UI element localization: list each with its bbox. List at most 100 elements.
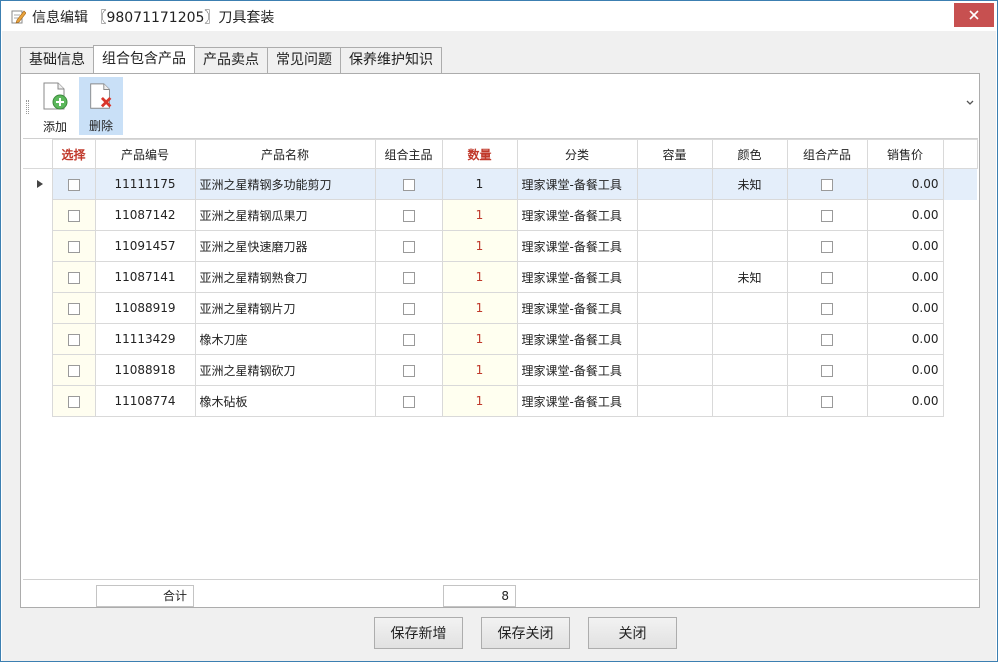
- select-checkbox[interactable]: [67, 302, 80, 315]
- tab-basic-info[interactable]: 基础信息: [20, 47, 94, 73]
- main-product-cell[interactable]: [374, 323, 443, 355]
- table-row[interactable]: 11091457 亚洲之星快速磨刀器 1 理家课堂-备餐工具 0.00: [23, 230, 977, 262]
- select-checkbox[interactable]: [67, 240, 80, 253]
- tab-maintenance[interactable]: 保养维护知识: [340, 47, 442, 73]
- category-cell[interactable]: 理家课堂-备餐工具: [516, 323, 638, 355]
- color-cell[interactable]: [711, 323, 788, 355]
- name-cell[interactable]: 橡木刀座: [194, 323, 376, 355]
- select-cell[interactable]: [51, 230, 96, 262]
- quantity-cell[interactable]: 1: [441, 261, 518, 293]
- bundle-product-cell[interactable]: [786, 199, 868, 231]
- capacity-cell[interactable]: [636, 199, 713, 231]
- save-close-button[interactable]: 保存关闭: [481, 617, 570, 649]
- table-row[interactable]: 11088918 亚洲之星精钢砍刀 1 理家课堂-备餐工具 0.00: [23, 354, 977, 386]
- col-category[interactable]: 分类: [516, 139, 638, 169]
- window-close-button[interactable]: [954, 3, 994, 27]
- col-price[interactable]: 销售价: [866, 139, 944, 169]
- main-product-checkbox[interactable]: [402, 178, 415, 191]
- row-indicator[interactable]: [23, 385, 53, 417]
- close-button[interactable]: 关闭: [588, 617, 677, 649]
- category-cell[interactable]: 理家课堂-备餐工具: [516, 168, 638, 200]
- delete-button[interactable]: 删除: [79, 77, 123, 135]
- col-color[interactable]: 颜色: [711, 139, 788, 169]
- bundle-product-cell[interactable]: [786, 354, 868, 386]
- capacity-cell[interactable]: [636, 323, 713, 355]
- toolbar-grip[interactable]: [26, 100, 29, 114]
- col-quantity[interactable]: 数量: [441, 139, 518, 169]
- category-cell[interactable]: 理家课堂-备餐工具: [516, 292, 638, 324]
- category-cell[interactable]: 理家课堂-备餐工具: [516, 385, 638, 417]
- col-capacity[interactable]: 容量: [636, 139, 713, 169]
- price-cell[interactable]: 0.00: [866, 292, 944, 324]
- code-cell[interactable]: 11091457: [94, 230, 196, 262]
- name-cell[interactable]: 亚洲之星精钢多功能剪刀: [194, 168, 376, 200]
- bundle-product-checkbox[interactable]: [821, 395, 833, 408]
- capacity-cell[interactable]: [636, 230, 713, 262]
- table-row[interactable]: 11113429 橡木刀座 1 理家课堂-备餐工具 0.00: [23, 323, 977, 355]
- quantity-cell[interactable]: 1: [441, 230, 518, 262]
- row-indicator[interactable]: [23, 199, 53, 231]
- select-cell[interactable]: [51, 292, 96, 324]
- bundle-product-checkbox[interactable]: [821, 271, 833, 284]
- table-row[interactable]: 11108774 橡木砧板 1 理家课堂-备餐工具 0.00: [23, 385, 977, 417]
- category-cell[interactable]: 理家课堂-备餐工具: [516, 199, 638, 231]
- bundle-product-cell[interactable]: [786, 292, 868, 324]
- tab-bundle-products[interactable]: 组合包含产品: [93, 45, 195, 73]
- table-row[interactable]: 11111175 亚洲之星精钢多功能剪刀 1 理家课堂-备餐工具 未知 0.00: [23, 168, 977, 200]
- select-cell[interactable]: [51, 199, 96, 231]
- code-cell[interactable]: 11088919: [94, 292, 196, 324]
- bundle-product-checkbox[interactable]: [821, 240, 833, 253]
- price-cell[interactable]: 0.00: [866, 199, 944, 231]
- main-product-checkbox[interactable]: [402, 333, 415, 346]
- main-product-cell[interactable]: [374, 354, 443, 386]
- color-cell[interactable]: [711, 199, 788, 231]
- main-product-checkbox[interactable]: [402, 271, 415, 284]
- capacity-cell[interactable]: [636, 168, 713, 200]
- bundle-product-checkbox[interactable]: [821, 178, 833, 191]
- quantity-cell[interactable]: 1: [441, 168, 518, 200]
- bundle-product-cell[interactable]: [786, 385, 868, 417]
- main-product-checkbox[interactable]: [402, 302, 415, 315]
- price-cell[interactable]: 0.00: [866, 354, 944, 386]
- bundle-product-checkbox[interactable]: [821, 209, 833, 222]
- main-product-cell[interactable]: [374, 385, 443, 417]
- add-button[interactable]: 添加: [33, 77, 77, 135]
- select-cell[interactable]: [51, 168, 96, 200]
- capacity-cell[interactable]: [636, 292, 713, 324]
- save-new-button[interactable]: 保存新增: [374, 617, 463, 649]
- chevron-down-icon[interactable]: [965, 98, 975, 108]
- quantity-cell[interactable]: 1: [441, 199, 518, 231]
- select-cell[interactable]: [51, 261, 96, 293]
- category-cell[interactable]: 理家课堂-备餐工具: [516, 230, 638, 262]
- bundle-product-cell[interactable]: [786, 230, 868, 262]
- row-indicator[interactable]: [23, 323, 53, 355]
- bundle-product-checkbox[interactable]: [821, 302, 833, 315]
- main-product-cell[interactable]: [374, 168, 443, 200]
- name-cell[interactable]: 亚洲之星精钢砍刀: [194, 354, 376, 386]
- quantity-cell[interactable]: 1: [441, 323, 518, 355]
- capacity-cell[interactable]: [636, 354, 713, 386]
- code-cell[interactable]: 11087141: [94, 261, 196, 293]
- row-indicator[interactable]: [23, 168, 53, 200]
- main-product-checkbox[interactable]: [402, 240, 415, 253]
- main-product-cell[interactable]: [374, 199, 443, 231]
- select-checkbox[interactable]: [67, 364, 80, 377]
- code-cell[interactable]: 11088918: [94, 354, 196, 386]
- color-cell[interactable]: [711, 385, 788, 417]
- select-cell[interactable]: [51, 323, 96, 355]
- bundle-product-checkbox[interactable]: [821, 333, 833, 346]
- select-checkbox[interactable]: [67, 271, 80, 284]
- name-cell[interactable]: 亚洲之星精钢熟食刀: [194, 261, 376, 293]
- main-product-cell[interactable]: [374, 261, 443, 293]
- col-main-product[interactable]: 组合主品: [374, 139, 443, 169]
- select-checkbox[interactable]: [67, 333, 80, 346]
- table-row[interactable]: 11088919 亚洲之星精钢片刀 1 理家课堂-备餐工具 0.00: [23, 292, 977, 324]
- tab-faq[interactable]: 常见问题: [267, 47, 341, 73]
- quantity-cell[interactable]: 1: [441, 292, 518, 324]
- quantity-cell[interactable]: 1: [441, 385, 518, 417]
- price-cell[interactable]: 0.00: [866, 168, 944, 200]
- price-cell[interactable]: 0.00: [866, 230, 944, 262]
- select-checkbox[interactable]: [67, 209, 80, 222]
- code-cell[interactable]: 11111175: [94, 168, 196, 200]
- name-cell[interactable]: 橡木砧板: [194, 385, 376, 417]
